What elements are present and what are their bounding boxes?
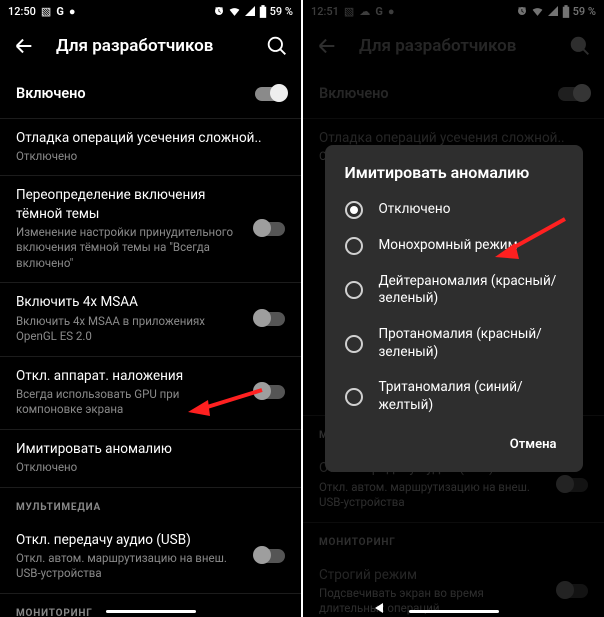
nav-home-pill[interactable] [106,610,196,613]
wifi-icon [228,5,241,18]
msaa-toggle[interactable] [255,312,285,326]
section-multimedia: МУЛЬТИМЕДИА [0,487,301,521]
radio-icon [345,281,363,299]
simulate-sub: Отключено [16,460,277,476]
simulate-anomaly-row[interactable]: Имитировать аномалию Отключено [0,430,301,487]
msaa-sub: Включить 4x MSAA в приложениях OpenGL ES… [16,314,247,345]
dark-override-row[interactable]: Переопределение включения тёмной темы Из… [0,176,301,282]
usb-audio-title: Откл. передачу аудио (USB) [16,531,247,549]
msaa-title: Включить 4x MSAA [16,293,247,311]
radio-option-deuteranomaly[interactable]: Дейтераномалия (красный/зеленый) [325,264,583,317]
truncate-title: Отладка операций усечения сложной.. [16,129,277,147]
hw-overlay-sub: Всегда использовать GPU при компоновке э… [16,387,247,418]
dialog-title: Имитировать аномалию [325,163,583,192]
status-time: 12:50 [8,5,36,18]
radio-icon [345,237,363,255]
app-bar: Для разработчиков [0,22,301,70]
status-bar: 12:50 ▧ G ● 59 % [0,0,301,22]
radio-icon [345,201,363,219]
radio-label: Отключено [379,201,451,219]
hw-overlay-toggle[interactable] [255,385,285,399]
simulate-anomaly-dialog: Имитировать аномалию Отключено Монохромн… [325,145,583,472]
msaa-row[interactable]: Включить 4x MSAA Включить 4x MSAA в прил… [0,283,301,355]
radio-label: Тританомалия (синий/желтый) [379,379,563,414]
radio-label: Монохромный режим [379,237,518,255]
dark-override-title: Переопределение включения тёмной темы [16,186,247,222]
radio-option-tritanomaly[interactable]: Тританомалия (синий/желтый) [325,370,583,423]
dialog-overlay[interactable]: Имитировать аномалию Отключено Монохромн… [303,0,604,617]
usb-audio-row[interactable]: Откл. передачу аудио (USB) Откл. автом. … [0,521,301,593]
alarm-icon [213,5,225,17]
radio-label: Дейтераномалия (красный/зеленый) [379,273,563,308]
simulate-title: Имитировать аномалию [16,440,277,458]
phone-right: 12:51 ▧ ☁ G ● 59 % Для разработчико [303,0,604,617]
radio-label: Протаномалия (красный/зеленый) [379,326,563,361]
search-button[interactable] [261,30,293,62]
battery-icon [259,5,267,18]
radio-option-off[interactable]: Отключено [325,192,583,228]
dark-override-toggle[interactable] [255,222,285,236]
battery-percent: 59 % [270,5,293,18]
nav-home-pill[interactable] [409,610,499,613]
usb-audio-sub: Откл. автом. маршрутизацию на внеш. USB-… [16,551,247,582]
master-toggle[interactable] [255,87,285,101]
radio-icon [345,335,363,353]
master-label: Включено [16,84,247,104]
section-monitoring: МОНИТОРИНГ [0,593,301,617]
dark-override-sub: Изменение настройки принудительного вклю… [16,225,247,272]
status-google-icon: G [56,5,64,18]
radio-icon [345,388,363,406]
page-title: Для разработчиков [56,36,245,56]
enable-dev-toggle-row[interactable]: Включено [0,70,301,119]
dialog-cancel-button[interactable]: Отмена [500,431,567,458]
usb-audio-toggle[interactable] [255,549,285,563]
nav-back-icon[interactable] [373,602,385,614]
phone-left: 12:50 ▧ G ● 59 % Для разработчиков [0,0,301,617]
settings-list[interactable]: Включено Отладка операций усечения сложн… [0,70,301,617]
status-screenshot-icon: ▧ [41,5,51,18]
radio-option-protanomaly[interactable]: Протаномалия (красный/зеленый) [325,317,583,370]
hw-overlay-title: Откл. аппарат. наложения [16,367,247,385]
radio-option-monochrome[interactable]: Монохромный режим [325,228,583,264]
truncate-row[interactable]: Отладка операций усечения сложной.. Откл… [0,119,301,176]
back-button[interactable] [8,30,40,62]
signal-icon [244,5,256,17]
hw-overlay-row[interactable]: Откл. аппарат. наложения Всегда использо… [0,357,301,429]
truncate-sub: Отключено [16,149,277,165]
status-dot-icon: ● [69,5,76,18]
